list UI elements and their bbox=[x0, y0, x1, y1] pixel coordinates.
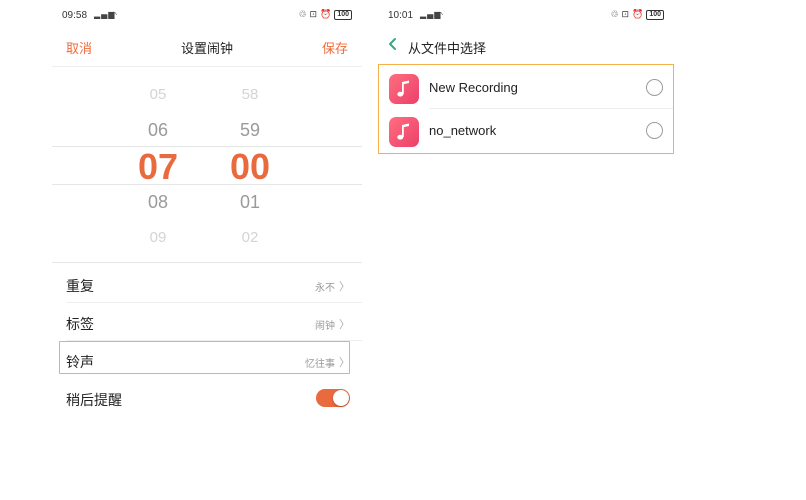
notification-icon: ♲ bbox=[298, 10, 307, 20]
status-bar: 09:58 ▂▄▆ ◠ ♲ ⊡ ⏰ 100 bbox=[62, 10, 352, 24]
hour-selected[interactable]: 07 bbox=[128, 146, 188, 188]
picker-line-bottom bbox=[52, 184, 362, 185]
minute-selected[interactable]: 00 bbox=[220, 146, 280, 188]
status-bar: 10:01 ▂▄▆ ◠ ♲ ⊡ ⏰ 100 bbox=[388, 10, 678, 24]
section-divider bbox=[52, 262, 362, 263]
alarm-clock-icon: ⏰ bbox=[632, 10, 644, 20]
battery-icon: 100 bbox=[334, 10, 352, 20]
alarm-clock-icon: ⏰ bbox=[320, 10, 332, 20]
picker-line-top bbox=[52, 146, 362, 147]
snooze-toggle[interactable] bbox=[316, 389, 350, 407]
alarm-settings-screen: 09:58 ▂▄▆ ◠ ♲ ⊡ ⏰ 100 取消 设置闹钟 保存 05 06 0… bbox=[52, 0, 362, 500]
header-divider bbox=[52, 66, 362, 67]
row-label: 稍后提醒 bbox=[66, 393, 122, 409]
wifi-icon: ◠ bbox=[436, 10, 444, 19]
toggle-knob bbox=[333, 390, 349, 406]
hour-option[interactable]: 06 bbox=[128, 120, 188, 141]
minute-option[interactable]: 01 bbox=[220, 192, 280, 213]
row-label: 标签 bbox=[66, 317, 94, 333]
page-title: 从文件中选择 bbox=[408, 42, 487, 57]
file-list: New Recording no_network bbox=[378, 64, 674, 154]
row-label: 重复 bbox=[66, 279, 94, 295]
file-name: no_network bbox=[429, 123, 497, 138]
back-arrow-icon[interactable] bbox=[386, 36, 400, 52]
radio-button[interactable] bbox=[646, 122, 663, 139]
row-value: 永不 bbox=[315, 282, 335, 294]
chevron-right-icon: 〉 bbox=[339, 280, 350, 293]
hour-option[interactable]: 09 bbox=[128, 229, 188, 246]
minute-option[interactable]: 59 bbox=[220, 120, 280, 141]
hour-option[interactable]: 08 bbox=[128, 192, 188, 213]
wifi-icon: ◠ bbox=[110, 10, 118, 19]
hour-option[interactable]: 05 bbox=[128, 86, 188, 103]
minute-option[interactable]: 58 bbox=[220, 86, 280, 103]
list-item[interactable]: no_network bbox=[379, 110, 673, 152]
chevron-right-icon: 〉 bbox=[339, 318, 350, 331]
minute-option[interactable]: 02 bbox=[220, 229, 280, 246]
label-row[interactable]: 标签 闹钟 〉 bbox=[52, 303, 362, 341]
status-time: 10:01 bbox=[388, 10, 414, 21]
lock-icon: ⊡ bbox=[309, 10, 318, 20]
file-picker-screen: 10:01 ▂▄▆ ◠ ♲ ⊡ ⏰ 100 从文件中选择 New Recordi… bbox=[378, 0, 688, 500]
list-item[interactable]: New Recording bbox=[379, 67, 673, 109]
music-file-icon bbox=[389, 117, 419, 147]
notification-icon: ♲ bbox=[610, 10, 619, 20]
radio-button[interactable] bbox=[646, 79, 663, 96]
battery-icon: 100 bbox=[646, 10, 664, 20]
ringtone-highlight bbox=[59, 341, 350, 374]
music-file-icon bbox=[389, 74, 419, 104]
snooze-row: 稍后提醒 bbox=[52, 379, 362, 417]
file-name: New Recording bbox=[429, 80, 518, 95]
repeat-row[interactable]: 重复 永不 〉 bbox=[52, 265, 362, 303]
page-title: 设置闹钟 bbox=[180, 42, 233, 57]
status-time: 09:58 bbox=[62, 10, 88, 21]
save-button[interactable]: 保存 bbox=[322, 38, 348, 57]
row-value: 闹钟 bbox=[315, 320, 335, 332]
lock-icon: ⊡ bbox=[621, 10, 630, 20]
